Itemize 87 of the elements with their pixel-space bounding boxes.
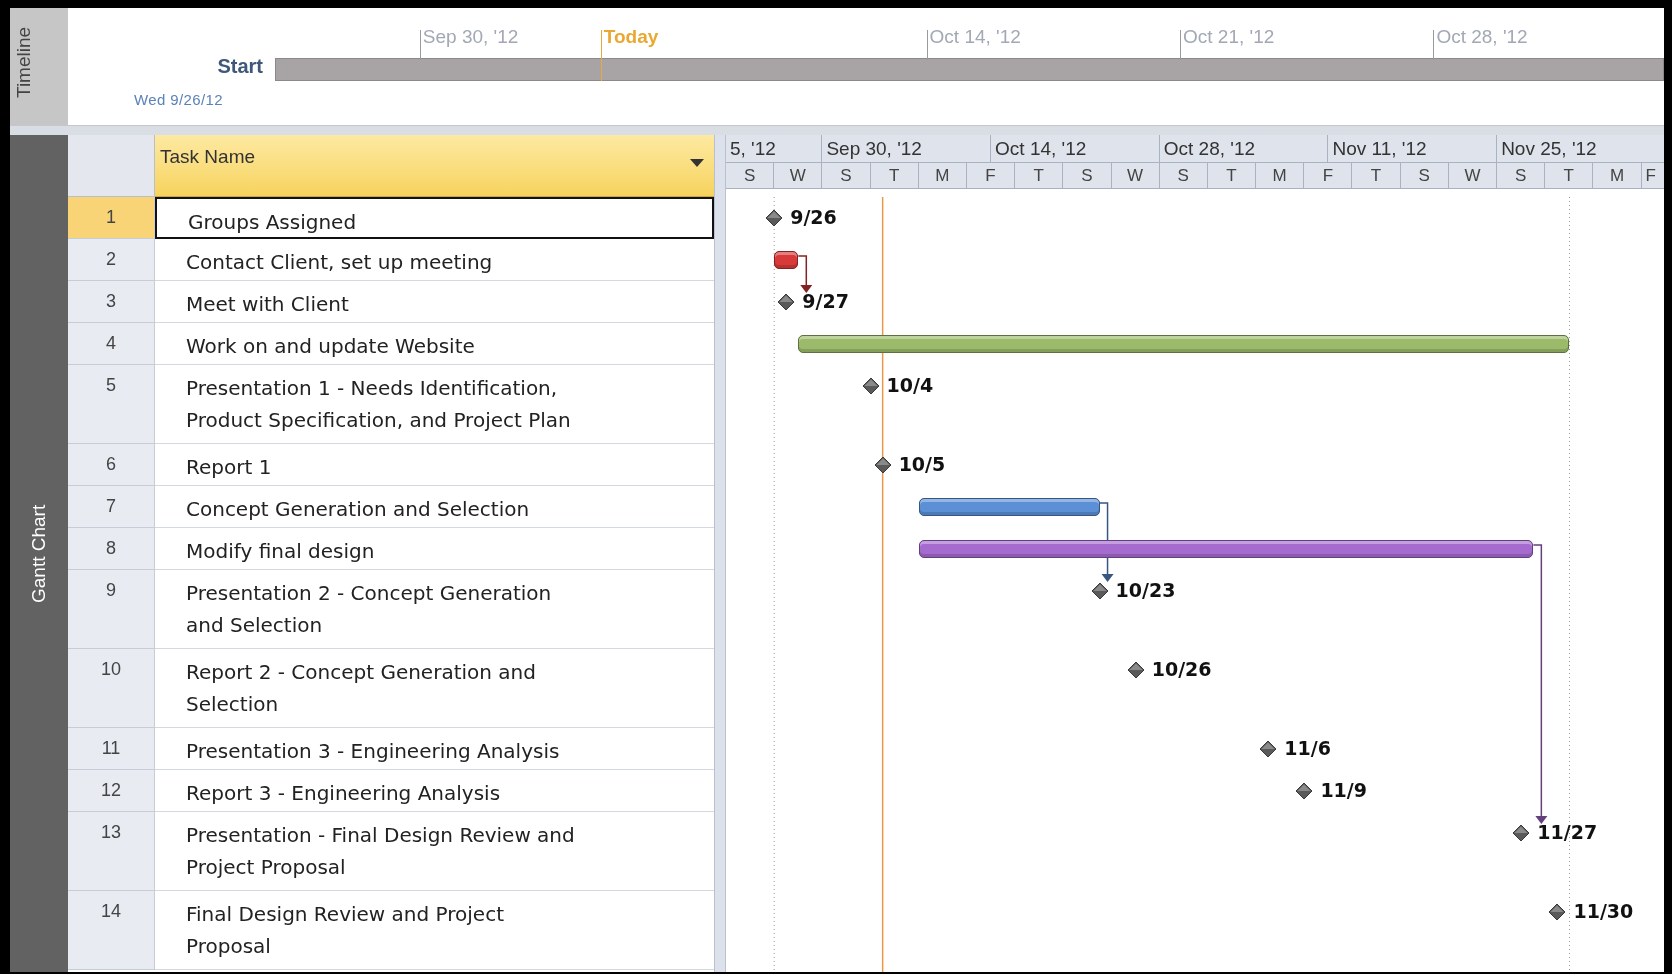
tick-mark <box>419 30 421 60</box>
week-header-cell: 5, '12 <box>726 135 823 162</box>
day-header-cell: T <box>1207 163 1257 188</box>
dependency-arrow <box>797 255 813 293</box>
start-label: Start <box>217 54 263 78</box>
day-header-cell: T <box>1015 163 1064 188</box>
milestone-icon <box>777 293 796 311</box>
milestone-icon <box>873 456 892 474</box>
task-name-cell[interactable]: Presentation 3 - Engineering Analysis <box>155 728 714 770</box>
task-name-cell[interactable]: Report 1 <box>155 444 714 486</box>
row-number-cell[interactable]: 13 <box>68 812 155 891</box>
task-name-cell[interactable]: Concept Generation and Selection <box>155 486 714 528</box>
day-header-cell: W <box>774 163 823 188</box>
milestone-date-label: 10/5 <box>898 453 946 475</box>
row-number-cell[interactable]: 3 <box>68 281 155 323</box>
day-header-cell: S <box>822 163 871 188</box>
day-header-cell: T <box>1545 163 1594 188</box>
day-header-cell: M <box>918 163 967 188</box>
task-bar[interactable] <box>774 251 799 269</box>
task-name-header[interactable]: Task Name <box>155 135 714 197</box>
milestone-date-label: 9/27 <box>802 290 849 312</box>
row-number-cell[interactable]: 2 <box>68 239 155 281</box>
day-header-cell: S <box>1497 163 1546 188</box>
day-header-cell: T <box>1352 163 1401 188</box>
milestone-icon <box>765 209 784 227</box>
row-number-cell[interactable]: 8 <box>68 528 155 570</box>
milestone-date-label: 11/30 <box>1573 900 1634 922</box>
milestone-icon <box>861 377 880 395</box>
timeline-date-label: Oct 14, '12 <box>929 26 1021 48</box>
today-marker <box>600 30 602 81</box>
day-header-cell: F <box>1304 163 1353 188</box>
task-name-cell[interactable]: Groups Assigned <box>155 197 714 239</box>
day-header-cell: S <box>726 163 775 188</box>
timeline-date-label: Oct 28, '12 <box>1436 26 1528 48</box>
row-number-cell[interactable]: 11 <box>68 728 155 770</box>
week-header-cell: Sep 30, '12 <box>822 135 992 162</box>
day-header-cell: W <box>1448 163 1497 188</box>
task-name-cell[interactable]: Meet with Client <box>155 281 714 323</box>
week-header-cell: Nov 11, '12 <box>1328 135 1498 162</box>
day-header-cell-text: F <box>1644 165 1657 187</box>
tick-mark <box>1433 30 1435 60</box>
gantt-chart-side-tab[interactable]: Gantt Chart <box>10 135 68 972</box>
timeline-date-label: Oct 21, '12 <box>1183 26 1275 48</box>
milestone-date-label: 10/26 <box>1151 658 1212 680</box>
milestone-date-label: 11/9 <box>1320 779 1367 801</box>
task-name-cell[interactable]: Modify final design <box>155 528 714 570</box>
milestone-date-label: 11/6 <box>1284 737 1331 759</box>
row-number-cell[interactable]: 7 <box>68 486 155 528</box>
week-header-cell: Oct 14, '12 <box>991 135 1160 162</box>
milestone-date-label: 10/4 <box>886 374 934 396</box>
day-header-cell: S <box>1400 163 1449 188</box>
row-number-cell[interactable]: 14 <box>68 891 155 970</box>
day-header-cell: T <box>870 163 919 188</box>
day-header-cell: M <box>1593 163 1642 188</box>
day-header-cell: M <box>1256 163 1305 188</box>
milestone-date-label: 9/26 <box>790 206 837 228</box>
row-number-cell[interactable]: 5 <box>68 365 155 444</box>
week-header-cell: Nov 25, '12 <box>1497 135 1664 162</box>
day-header-cell: F <box>966 163 1016 188</box>
dropdown-caret-icon <box>690 159 704 167</box>
task-name-cell[interactable]: Contact Client, set up meeting <box>155 239 714 281</box>
milestone-icon <box>1126 661 1145 679</box>
task-name-cell[interactable]: Work on and update Website <box>155 323 714 365</box>
task-name-cell[interactable]: Report 3 - Engineering Analysis <box>155 770 714 812</box>
milestone-icon <box>1259 740 1278 758</box>
milestone-icon <box>1548 903 1567 921</box>
tick-mark <box>1180 30 1181 60</box>
start-date: Wed 9/26/12 <box>134 91 223 109</box>
row-number-cell[interactable]: 12 <box>68 770 155 812</box>
row-number-cell[interactable]: 1 <box>68 197 155 239</box>
milestone-icon <box>1090 582 1109 600</box>
day-header-cell: S <box>1159 163 1208 188</box>
day-header-cell: W <box>1111 163 1160 188</box>
tick-mark <box>926 30 928 60</box>
week-header-cell: Oct 28, '12 <box>1159 135 1329 162</box>
timeline-side-tab[interactable]: Timeline <box>10 8 68 125</box>
timeline-date-label: Sep 30, '12 <box>422 26 519 48</box>
today-label: Today <box>603 26 659 48</box>
milestone-icon <box>1512 824 1531 842</box>
day-header-cell: S <box>1063 163 1112 188</box>
row-number-cell[interactable]: 10 <box>68 649 155 728</box>
row-number-cell[interactable]: 9 <box>68 570 155 649</box>
milestone-date-label: 10/23 <box>1115 579 1176 601</box>
milestone-icon <box>1295 782 1314 800</box>
row-number-cell[interactable]: 6 <box>68 444 155 486</box>
milestone-date-label: 11/27 <box>1537 821 1598 843</box>
row-number-cell[interactable]: 4 <box>68 323 155 365</box>
